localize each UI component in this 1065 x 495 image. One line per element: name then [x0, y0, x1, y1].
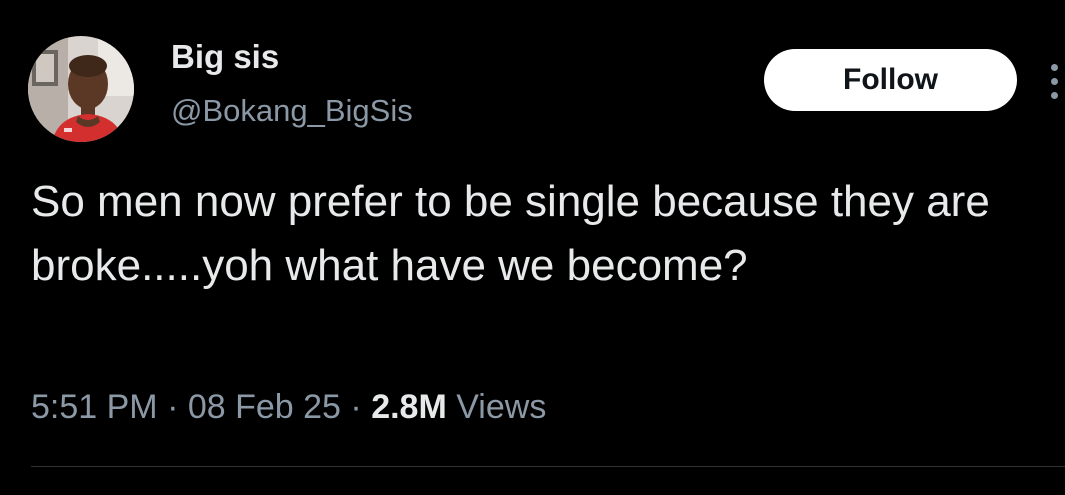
user-handle[interactable]: @Bokang_BigSis [171, 95, 413, 126]
display-name[interactable]: Big sis [171, 40, 279, 73]
views-label: Views [456, 388, 547, 426]
divider [31, 466, 1065, 467]
meta-separator: · [157, 388, 188, 426]
tweet-time[interactable]: 5:51 PM [31, 388, 158, 426]
avatar[interactable] [28, 36, 134, 142]
tweet-card: Big sis @Bokang_BigSis Follow So men now… [0, 0, 1065, 495]
tweet-text: So men now prefer to be single because t… [31, 177, 990, 290]
views-count: 2.8M [371, 388, 447, 426]
tweet-date[interactable]: 08 Feb 25 [188, 388, 341, 426]
meta-separator: · [340, 388, 372, 426]
follow-button[interactable]: Follow [764, 49, 1017, 111]
avatar-image [28, 36, 134, 142]
more-vertical-icon[interactable] [1046, 62, 1062, 102]
tweet-meta: 5:51 PM · 08 Feb 25 · 2.8M Views [31, 390, 546, 424]
